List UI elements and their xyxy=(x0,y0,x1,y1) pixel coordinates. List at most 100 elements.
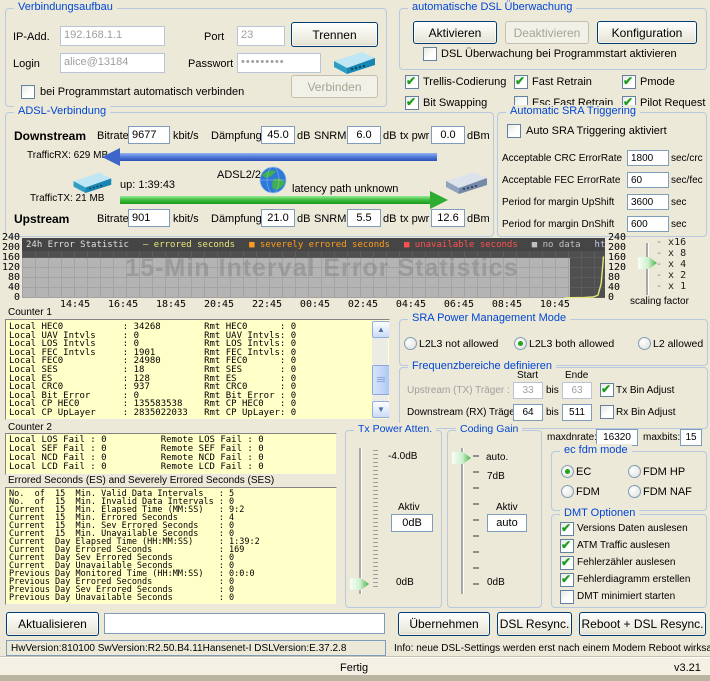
refresh-button[interactable]: Aktualisieren xyxy=(6,612,99,636)
l2l3-not-allowed-radio[interactable] xyxy=(404,337,417,350)
db-label-down1: dB xyxy=(297,130,311,142)
snrm-label-down: SNRM xyxy=(314,130,347,142)
maxbits-field[interactable]: 15 xyxy=(680,429,702,446)
deactivate-button[interactable]: Deaktivieren xyxy=(505,21,589,44)
l2l3-both-allowed-radio[interactable] xyxy=(514,337,527,350)
l2-allowed-radio[interactable] xyxy=(638,337,651,350)
freq-up-end-field[interactable]: 63 xyxy=(562,382,592,399)
dsl-resync-button[interactable]: DSL Resync. xyxy=(497,612,572,636)
freq-up-start-field[interactable]: 33 xyxy=(513,382,543,399)
up-bitrate-field[interactable]: 901 xyxy=(128,209,170,227)
sra-row-label: Acceptable FEC ErrorRate xyxy=(502,175,621,186)
pmode-checkbox[interactable] xyxy=(622,74,636,89)
pmode-label: Pmode xyxy=(640,76,675,88)
latency-label: latency path unknown xyxy=(292,183,399,195)
disconnect-button[interactable]: Trennen xyxy=(291,22,378,47)
maxbits-label: maxbits: xyxy=(643,432,681,443)
tx-atten-top-label: -4.0dB xyxy=(388,451,418,462)
freq-down-start-field[interactable]: 64 xyxy=(513,404,543,421)
bit-swapping-checkbox[interactable] xyxy=(405,95,419,110)
tx-atten-slider-track[interactable] xyxy=(359,448,362,594)
coding-gain-value-field[interactable]: auto xyxy=(487,514,527,532)
modem-icon xyxy=(334,52,375,74)
legend-item: — errored seconds xyxy=(142,239,236,250)
coding-gain-slider-track[interactable] xyxy=(461,448,464,594)
login-field[interactable]: alice@13184 xyxy=(60,53,165,73)
x-axis-tick: 00:45 xyxy=(299,299,331,310)
coding-gain-second-label: 7dB xyxy=(487,471,505,482)
down-txpwr-field[interactable]: 0.0 xyxy=(431,126,465,144)
kbits-label-down: kbit/s xyxy=(173,130,199,142)
counter1-text: Local HEC0 : 34268 Rmt HEC0 : 0 Local UA… xyxy=(9,322,297,418)
coding-gain-title: Coding Gain xyxy=(456,423,523,435)
scrollbar-thumb[interactable] xyxy=(372,365,389,395)
fast-retrain-checkbox[interactable] xyxy=(514,74,528,89)
down-daempfung-field[interactable]: 45.0 xyxy=(261,126,295,144)
down-bitrate-field[interactable]: 9677 xyxy=(128,126,170,144)
login-label: Login xyxy=(13,58,40,70)
error-statistics-chart: 15-Min Interval Error Statistics 24h Err… xyxy=(22,238,605,298)
up-txpwr-field[interactable]: 12.6 xyxy=(431,209,465,227)
scaling-slider-thumb[interactable] xyxy=(638,257,657,269)
fehlerdiagramm-checkbox[interactable] xyxy=(560,572,574,587)
bottom-edge-strip xyxy=(0,675,710,681)
fdm-radio[interactable] xyxy=(561,485,574,498)
downstream-arrow xyxy=(120,153,437,161)
fdm-hp-radio[interactable] xyxy=(628,465,641,478)
ec-radio[interactable] xyxy=(561,465,574,478)
tx-atten-value-field[interactable]: 0dB xyxy=(391,514,433,532)
y-axis-tick: 0 xyxy=(608,292,615,303)
up-snrm-field[interactable]: 5.5 xyxy=(347,209,381,227)
down-snrm-field[interactable]: 6.0 xyxy=(347,126,381,144)
sra-crc-field[interactable]: 1800 xyxy=(627,150,669,166)
counter2-listbox[interactable]: Local LOS Fail : 0 Remote LOS Fail : 0 L… xyxy=(5,433,337,475)
sra-fec-field[interactable]: 60 xyxy=(627,172,669,188)
tx-bin-adjust-label: Tx Bin Adjust xyxy=(616,385,675,396)
trellis-checkbox[interactable] xyxy=(405,74,419,89)
sra-upshift-field[interactable]: 3600 xyxy=(627,194,669,210)
sra-dnshift-field[interactable]: 600 xyxy=(627,216,669,232)
es-listbox[interactable]: No. of 15 Min. Valid Data Intervals : 5 … xyxy=(5,487,337,605)
fehlerzaehler-checkbox[interactable] xyxy=(560,555,574,570)
freq-down-end-field[interactable]: 511 xyxy=(562,404,592,421)
scroll-down-icon[interactable]: ▼ xyxy=(372,401,389,418)
up-daempfung-field[interactable]: 21.0 xyxy=(261,209,295,227)
tx-bin-adjust-checkbox[interactable] xyxy=(600,382,614,397)
fdm-naf-radio[interactable] xyxy=(628,485,641,498)
versions-daten-checkbox[interactable] xyxy=(560,521,574,536)
es-label: Errored Seconds (ES) and Severely Errore… xyxy=(8,475,275,486)
rx-bin-adjust-label: Rx Bin Adjust xyxy=(616,407,676,418)
autoconnect-checkbox[interactable] xyxy=(21,85,35,99)
x-axis-tick: 10:45 xyxy=(539,299,570,310)
snrm-label-up: SNRM xyxy=(314,213,347,225)
kbits-label-up: kbit/s xyxy=(173,213,199,225)
monitoring-startup-checkbox[interactable] xyxy=(423,47,437,61)
sra-trigger-checkbox[interactable] xyxy=(507,124,521,138)
sra-row-unit: sec/crc xyxy=(671,153,703,164)
connect-button[interactable]: Verbinden xyxy=(291,75,378,98)
x-axis-tick: 06:45 xyxy=(443,299,474,310)
counter1-scrollbar[interactable]: ▲ ▼ xyxy=(372,321,389,418)
l2l3-not-allowed-label: L2L3 not allowed xyxy=(419,338,499,350)
scaling-slider-track[interactable] xyxy=(646,243,649,295)
scale-label: x 4 xyxy=(656,259,686,270)
ip-field[interactable]: 192.168.1.1 xyxy=(60,26,165,46)
counter2-text: Local LOS Fail : 0 Remote LOS Fail : 0 L… xyxy=(9,435,264,472)
atm-traffic-checkbox[interactable] xyxy=(560,538,574,553)
configuration-button[interactable]: Konfiguration xyxy=(597,21,697,44)
scroll-up-icon[interactable]: ▲ xyxy=(372,321,389,338)
password-field[interactable]: ••••••••• xyxy=(237,53,321,73)
rx-bin-adjust-checkbox[interactable] xyxy=(600,405,614,419)
port-label: Port xyxy=(204,31,225,43)
x-axis-tick: 08:45 xyxy=(491,299,522,310)
dmt-minimiert-checkbox[interactable] xyxy=(560,590,574,604)
port-field[interactable]: 23 xyxy=(237,26,285,46)
x-axis-tick: 04:45 xyxy=(395,299,426,310)
apply-button[interactable]: Übernehmen xyxy=(398,612,490,636)
activate-button[interactable]: Aktivieren xyxy=(413,21,497,44)
reboot-resync-button[interactable]: Reboot + DSL Resync. xyxy=(579,612,706,636)
freq-down-label: Downstream (RX) Träger : xyxy=(407,407,524,418)
legend-item: ■ severely errored seconds xyxy=(249,239,390,250)
counter1-listbox[interactable]: Local HEC0 : 34268 Rmt HEC0 : 0 Local UA… xyxy=(5,319,390,420)
command-field[interactable] xyxy=(104,613,385,634)
